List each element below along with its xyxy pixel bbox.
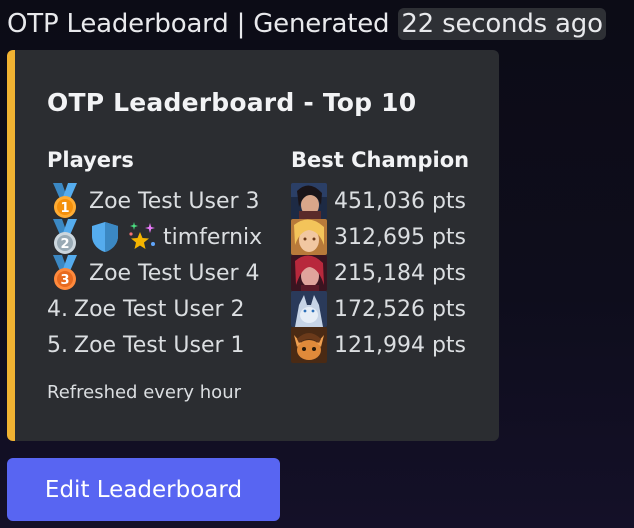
leaderboard-embed: OTP Leaderboard - Top 10 Players Best Ch…: [7, 50, 499, 441]
champion-points: 451,036 pts: [334, 188, 467, 214]
embed-title: OTP Leaderboard - Top 10: [47, 88, 417, 117]
player-row: 5. Zoe Test User 1: [47, 327, 245, 363]
player-name: Zoe Test User 1: [74, 332, 245, 358]
champion-portrait-icon: [291, 219, 327, 255]
player-name: timfernix: [163, 224, 263, 250]
header-text: OTP Leaderboard | Generated: [7, 9, 390, 39]
player-name: Zoe Test User 3: [89, 188, 260, 214]
svg-text:1: 1: [60, 201, 69, 216]
player-row: 1 Zoe Test User 3: [47, 183, 260, 219]
player-row: 4. Zoe Test User 2: [47, 291, 245, 327]
champion-portrait-icon: [291, 183, 327, 219]
svg-text:3: 3: [60, 273, 69, 288]
player-row: 3 Zoe Test User 4: [47, 255, 260, 291]
sparkle-star-icon: [129, 222, 155, 249]
edit-leaderboard-button[interactable]: Edit Leaderboard: [7, 458, 280, 521]
gold-medal-icon: 1: [53, 183, 77, 218]
champion-portrait-icon: [291, 327, 327, 363]
svg-text:2: 2: [60, 237, 69, 252]
embed-footer: Refreshed every hour: [47, 382, 242, 403]
player-row: 2 timfernix: [47, 219, 262, 255]
champion-row: 312,695 pts: [291, 219, 466, 255]
best-champion-column-header: Best Champion: [291, 148, 470, 172]
champion-points: 312,695 pts: [334, 224, 467, 250]
relative-timestamp[interactable]: 22 seconds ago: [398, 8, 606, 40]
silver-medal-icon: 2: [53, 219, 77, 254]
champion-row: 121,994 pts: [291, 327, 466, 363]
champion-row: 172,526 pts: [291, 291, 466, 327]
champion-row: 215,184 pts: [291, 255, 466, 291]
champion-row: 451,036 pts: [291, 183, 466, 219]
champion-portrait-icon: [291, 255, 327, 291]
champion-points: 215,184 pts: [334, 260, 467, 286]
player-name: Zoe Test User 2: [74, 296, 245, 322]
champion-points: 121,994 pts: [334, 332, 467, 358]
champion-points: 172,526 pts: [334, 296, 467, 322]
rank-number: 4.: [47, 296, 68, 322]
player-name: Zoe Test User 4: [89, 260, 260, 286]
rank-number: 5.: [47, 332, 68, 358]
shield-icon: [92, 222, 118, 252]
bronze-medal-icon: 3: [53, 255, 77, 290]
players-column-header: Players: [47, 148, 134, 172]
champion-portrait-icon: [291, 291, 327, 327]
message-header: OTP Leaderboard | Generated 22 seconds a…: [7, 4, 606, 44]
